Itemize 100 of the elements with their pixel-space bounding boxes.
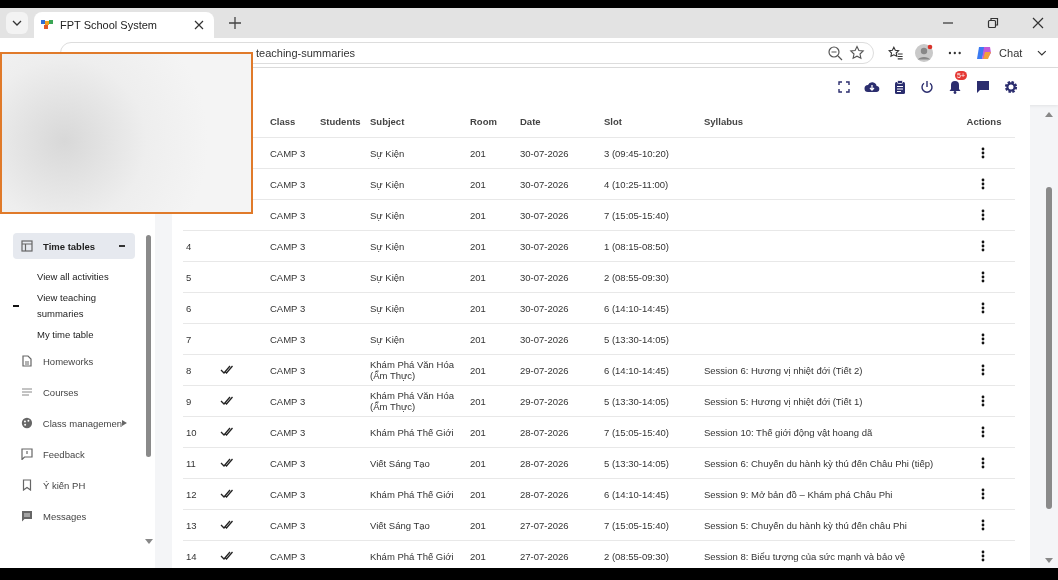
close-icon[interactable] xyxy=(194,20,204,30)
table-cell-text: 201 xyxy=(469,302,487,314)
table-cell-text: Session 6: Hương vị nhiệt đới (Tiết 2) xyxy=(703,364,864,376)
sidebar-item[interactable]: Feedback xyxy=(13,441,135,467)
table-cell-text: CAMP 3 xyxy=(269,147,307,159)
star-icon[interactable] xyxy=(848,44,865,61)
more-vertical-icon[interactable] xyxy=(980,519,985,531)
table-cell-text: 27-07-2026 xyxy=(519,550,570,562)
power-icon[interactable] xyxy=(920,79,934,94)
more-vertical-icon[interactable] xyxy=(980,209,985,221)
double-check-icon xyxy=(220,365,235,375)
table-cell-text: 201 xyxy=(469,426,487,438)
new-tab-icon[interactable] xyxy=(228,16,242,30)
sidebar-item[interactable]: Courses xyxy=(13,379,135,405)
close-icon[interactable] xyxy=(1032,17,1044,29)
chat-icon[interactable] xyxy=(976,79,990,94)
table-cell-text: 201 xyxy=(469,240,487,252)
browser-tab[interactable]: FPT School System xyxy=(34,12,214,38)
table-cell-text: Viết Sáng Tạo xyxy=(369,519,431,531)
more-vertical-icon[interactable] xyxy=(980,426,985,438)
double-check-icon xyxy=(220,427,235,437)
table-cell-text: CAMP 3 xyxy=(269,240,307,252)
table-cell-text: 10 xyxy=(185,426,198,438)
restore-icon[interactable] xyxy=(987,17,999,29)
table-cell-text: Session 9: Mở bản đồ – Khám phá Châu Phi xyxy=(703,488,894,500)
sidebar-item[interactable]: Homeworks xyxy=(13,348,135,374)
table-cell-text: 30-07-2026 xyxy=(519,302,570,314)
sidebar-item[interactable]: Ý kiến PH xyxy=(13,472,135,498)
more-vertical-icon[interactable] xyxy=(980,302,985,314)
profile-avatar[interactable] xyxy=(915,43,934,62)
table-cell-text: 4 (10:25-11:00) xyxy=(603,178,670,190)
table-cell-text: Sự Kiện xyxy=(369,209,406,221)
column-header: Class xyxy=(269,115,297,127)
column-header: Syllabus xyxy=(703,115,745,127)
column-header: Room xyxy=(469,115,498,127)
table-cell-text: CAMP 3 xyxy=(269,488,307,500)
double-check-icon xyxy=(220,458,235,468)
scroll-up-icon[interactable] xyxy=(1045,111,1053,117)
table-cell-text: 2 (08:55-09:30) xyxy=(603,271,670,283)
scrollbar[interactable] xyxy=(146,235,151,457)
feedback-icon xyxy=(21,448,33,460)
more-vertical-icon[interactable] xyxy=(980,333,985,345)
sidebar-item[interactable]: Time tables xyxy=(13,233,135,259)
cloud-download-icon[interactable] xyxy=(864,79,880,94)
double-check-icon xyxy=(220,551,235,561)
more-vertical-icon[interactable] xyxy=(980,364,985,376)
table-cell-text: 14 xyxy=(185,550,198,562)
table-cell-text: 4 xyxy=(185,240,193,252)
more-vertical-icon[interactable] xyxy=(980,147,985,159)
table-cell-text: CAMP 3 xyxy=(269,519,307,531)
caret-icon xyxy=(122,420,127,426)
submenu-item[interactable]: My time table xyxy=(13,322,155,348)
table-icon xyxy=(21,240,33,252)
document-icon xyxy=(21,355,33,367)
more-vertical-icon[interactable] xyxy=(980,457,985,469)
tab-list-button[interactable] xyxy=(6,12,28,34)
scrollbar[interactable] xyxy=(1046,187,1052,509)
table-cell-text: CAMP 3 xyxy=(269,426,307,438)
clipboard-icon[interactable] xyxy=(894,79,906,94)
table-cell-text: CAMP 3 xyxy=(269,395,307,407)
more-vertical-icon[interactable] xyxy=(980,550,985,562)
scroll-down-icon[interactable] xyxy=(145,539,153,545)
table-cell-text: CAMP 3 xyxy=(269,333,307,345)
table-cell-text: 30-07-2026 xyxy=(519,333,570,345)
table-cell-text: Viết Sáng Tạo xyxy=(369,457,431,469)
fullscreen-icon[interactable] xyxy=(838,80,850,93)
table-cell-text: 201 xyxy=(469,457,487,469)
settings-icon[interactable] xyxy=(1004,79,1018,94)
zoom-out-icon[interactable] xyxy=(826,44,843,61)
table-cell-text: 28-07-2026 xyxy=(519,426,570,438)
column-header: Students xyxy=(319,115,362,127)
sidebar-item[interactable]: Class managemen xyxy=(13,410,135,436)
table-cell-text: 29-07-2026 xyxy=(519,364,570,376)
more-vertical-icon[interactable] xyxy=(980,240,985,252)
table-cell-text: Session 6: Chuyến du hành kỳ thú đến Châu Phi (tiếp) xyxy=(703,457,935,469)
table-cell-text: 30-07-2026 xyxy=(519,147,570,159)
column-header: Date xyxy=(519,115,542,127)
table-cell-text: 1 (08:15-08:50) xyxy=(603,240,670,252)
scroll-down-icon[interactable] xyxy=(1045,558,1053,564)
more-vertical-icon[interactable] xyxy=(980,395,985,407)
table-cell-text: Sự Kiện xyxy=(369,271,406,283)
table-cell-text: Sự Kiện xyxy=(369,333,406,345)
submenu-item[interactable]: View all activities xyxy=(13,264,155,290)
chat-button[interactable]: Chat xyxy=(975,43,1023,62)
url-text: teaching-summaries xyxy=(256,46,356,59)
more-vertical-icon[interactable] xyxy=(980,178,985,190)
submenu-item[interactable]: View teaching summaries xyxy=(13,290,155,322)
column-header: Actions xyxy=(965,115,1003,127)
table-cell-text: Sự Kiện xyxy=(369,147,406,159)
table-cell-text: 201 xyxy=(469,271,487,283)
table-cell-text: 201 xyxy=(469,333,487,345)
table-cell-text: 6 (14:10-14:45) xyxy=(603,364,670,376)
favorites-icon[interactable] xyxy=(887,44,904,61)
double-check-icon xyxy=(220,396,235,406)
more-vertical-icon[interactable] xyxy=(980,271,985,283)
more-vertical-icon[interactable] xyxy=(980,488,985,500)
bell-icon[interactable] xyxy=(948,79,962,94)
table-cell-text: 201 xyxy=(469,209,487,221)
table-cell-text: 7 (15:05-15:40) xyxy=(603,209,670,221)
sidebar-item[interactable]: Messages xyxy=(13,503,135,529)
